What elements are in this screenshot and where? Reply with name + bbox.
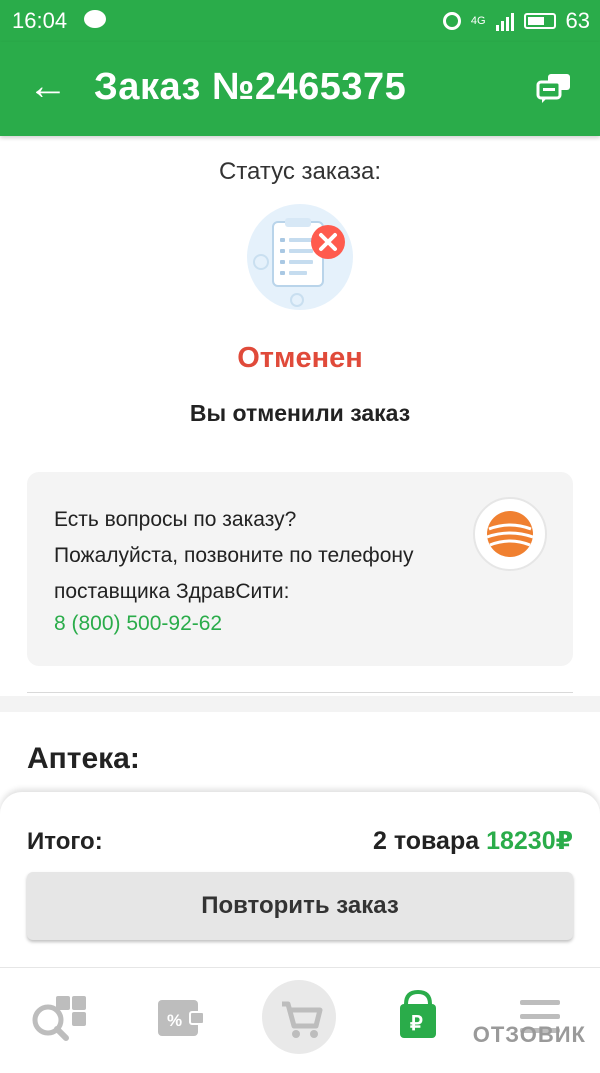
support-text-line: поставщика ЗдравСити: (54, 580, 290, 603)
support-text: Есть вопросы по заказу? Пожалуйста, позв… (54, 502, 474, 610)
support-chat-icon[interactable] (536, 72, 572, 104)
support-card: Есть вопросы по заказу? Пожалуйста, позв… (27, 472, 573, 666)
support-phone-link[interactable]: 8 (800) 500-92-62 (54, 612, 222, 636)
message-notification-icon (84, 10, 106, 28)
battery-icon (523, 13, 556, 29)
network-type: 4G (470, 15, 486, 27)
nav-discounts[interactable]: % (120, 968, 240, 1068)
back-arrow-icon[interactable]: ← (28, 66, 68, 106)
support-text-line: Пожалуйста, позвоните по телефону (54, 544, 414, 567)
page-title: Заказ №2465375 (94, 66, 407, 108)
svg-text:%: % (167, 1011, 182, 1030)
clock: 16:04 (12, 8, 68, 33)
repeat-order-button[interactable]: Повторить заказ (27, 872, 573, 940)
svg-text:₽: ₽ (410, 1013, 423, 1035)
bottom-navigation: % ₽ (0, 967, 600, 1068)
total-label: Итого: (27, 828, 103, 855)
signal-icon (495, 11, 514, 31)
total-price: 18230₽ (486, 827, 573, 855)
system-status-bar: 16:04 4G 63 (0, 0, 600, 42)
status-label: Статус заказа: (218, 158, 381, 185)
watermark: ОТЗОВИК (472, 1022, 586, 1047)
nav-cart[interactable] (262, 980, 336, 1054)
nav-search-catalog[interactable] (0, 968, 120, 1068)
search-catalog-icon (32, 996, 86, 1041)
app-bar: ← Заказ №2465375 (0, 42, 600, 136)
status-message: Вы отменили заказ (189, 400, 411, 426)
section-separator (0, 696, 600, 712)
pharmacy-heading: Аптека: (27, 742, 140, 775)
zdravcity-logo (473, 497, 547, 571)
battery-level: 63 (565, 8, 590, 33)
cart-icon (282, 1001, 323, 1038)
nav-orders[interactable]: ₽ (360, 968, 480, 1068)
discounts-icon: % (158, 1000, 205, 1036)
order-summary-sheet: Итого: 2 товара 18230₽ Повторить заказ (0, 792, 600, 967)
cancelled-order-icon (247, 204, 353, 310)
menu-icon (520, 1000, 560, 1033)
orders-icon: ₽ (400, 989, 436, 1038)
order-status-value: Отменен (237, 342, 363, 374)
divider (27, 692, 573, 693)
support-text-line: Есть вопросы по заказу? (54, 508, 297, 531)
alarm-icon (442, 12, 461, 30)
total-value: 2 товара 18230₽ (373, 826, 573, 856)
nav-menu[interactable] (480, 968, 600, 1068)
items-count: 2 товара (372, 827, 480, 855)
